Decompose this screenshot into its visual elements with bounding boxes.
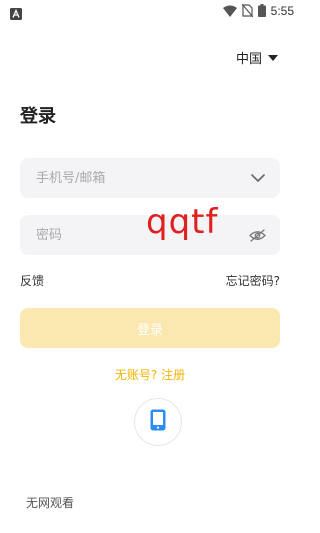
- notification-a-icon: [10, 5, 22, 20]
- status-time: 5:55: [270, 4, 294, 18]
- overlay-handwritten-text: qqtf: [146, 202, 219, 242]
- wifi-icon: [222, 2, 237, 21]
- eye-hidden-icon[interactable]: [248, 226, 266, 244]
- auxiliary-links-row: 反馈 忘记密码?: [20, 272, 280, 289]
- login-button[interactable]: 登录: [20, 308, 280, 348]
- register-link[interactable]: 无账号? 注册: [0, 366, 300, 383]
- account-field[interactable]: [20, 158, 280, 198]
- account-input[interactable]: [34, 169, 250, 187]
- region-selector[interactable]: 中国: [236, 48, 278, 67]
- status-bar: 5:55: [0, 0, 300, 22]
- page-title: 登录: [20, 106, 56, 127]
- triangle-down-icon: [268, 54, 278, 61]
- no-sim-icon: [241, 2, 254, 21]
- feedback-link[interactable]: 反馈: [20, 272, 44, 289]
- forgot-password-link[interactable]: 忘记密码?: [226, 272, 280, 289]
- smartphone-icon: [150, 409, 166, 435]
- phone-login-button[interactable]: [134, 398, 182, 446]
- battery-icon: [257, 2, 266, 21]
- chevron-down-icon[interactable]: [250, 170, 266, 186]
- region-label: 中国: [235, 52, 262, 67]
- offline-watch-link[interactable]: 无网观看: [26, 494, 74, 511]
